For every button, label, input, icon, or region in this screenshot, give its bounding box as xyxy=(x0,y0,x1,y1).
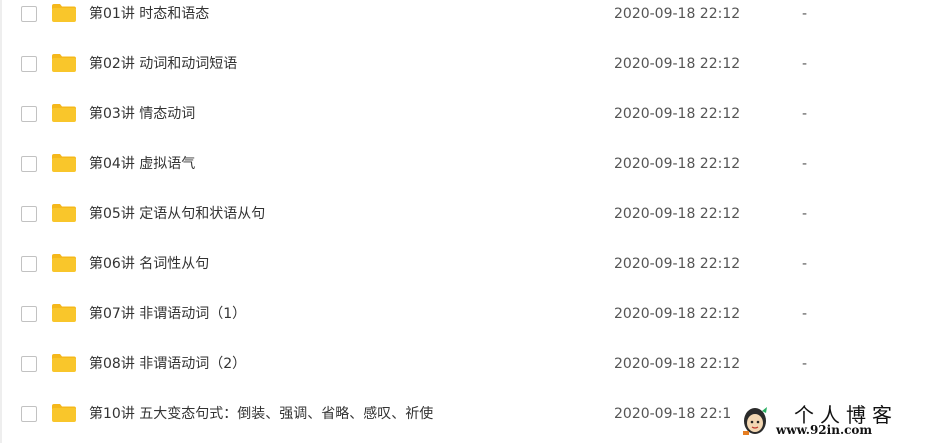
checkbox-icon[interactable] xyxy=(21,106,37,122)
checkbox-icon[interactable] xyxy=(21,406,37,422)
folder-icon xyxy=(51,403,77,423)
file-row[interactable]: 第03讲 情态动词 2020-09-18 22:12 - xyxy=(0,89,929,139)
file-size: - xyxy=(802,306,808,322)
file-date: 2020-09-18 22:12 xyxy=(614,6,741,22)
file-date: 2020-09-18 22:12 xyxy=(614,56,741,72)
file-row[interactable]: 第08讲 非谓语动词（2） 2020-09-18 22:12 - xyxy=(0,339,929,389)
file-date: 2020-09-18 22:12 xyxy=(614,106,741,122)
avatar-icon xyxy=(743,407,767,435)
file-name[interactable]: 第02讲 动词和动词短语 xyxy=(89,39,237,89)
checkbox-icon[interactable] xyxy=(21,6,37,22)
file-date: 2020-09-18 22:12 xyxy=(614,156,741,172)
folder-icon xyxy=(51,353,77,373)
file-browser: 第01讲 时态和语态 2020-09-18 22:12 - 第02讲 动词和动词短语 2… xyxy=(0,0,929,443)
checkbox-icon[interactable] xyxy=(21,256,37,272)
checkbox-icon[interactable] xyxy=(21,306,37,322)
file-row[interactable]: 第04讲 虚拟语气 2020-09-18 22:12 - xyxy=(0,139,929,189)
folder-icon xyxy=(51,203,77,223)
file-date: 2020-09-18 22:12 xyxy=(614,356,741,372)
checkbox-icon[interactable] xyxy=(21,56,37,72)
file-size: - xyxy=(802,156,808,172)
checkbox-icon[interactable] xyxy=(21,156,37,172)
file-row[interactable]: 第05讲 定语从句和状语从句 2020-09-18 22:12 - xyxy=(0,189,929,239)
file-name[interactable]: 第04讲 虚拟语气 xyxy=(89,139,195,189)
file-size: - xyxy=(802,6,808,22)
folder-icon xyxy=(51,103,77,123)
file-row[interactable]: 第01讲 时态和语态 2020-09-18 22:12 - xyxy=(0,0,929,39)
file-size: - xyxy=(802,56,808,72)
folder-icon xyxy=(51,3,77,23)
file-row[interactable]: 第07讲 非谓语动词（1） 2020-09-18 22:12 - xyxy=(0,289,929,339)
folder-icon xyxy=(51,53,77,73)
folder-icon xyxy=(51,303,77,323)
file-date: 2020-09-18 22:12 xyxy=(614,256,741,272)
file-size: - xyxy=(802,256,808,272)
folder-icon xyxy=(51,153,77,173)
file-date: 2020-09-18 22:1 xyxy=(614,406,732,422)
file-date: 2020-09-18 22:12 xyxy=(614,306,741,322)
file-date: 2020-09-18 22:12 xyxy=(614,206,741,222)
watermark-url: www.92in.com xyxy=(776,423,873,437)
file-name[interactable]: 第05讲 定语从句和状语从句 xyxy=(89,189,265,239)
file-row[interactable]: 第06讲 名词性从句 2020-09-18 22:12 - xyxy=(0,239,929,289)
file-name[interactable]: 第01讲 时态和语态 xyxy=(89,0,209,39)
file-size: - xyxy=(802,356,808,372)
checkbox-icon[interactable] xyxy=(21,356,37,372)
file-size: - xyxy=(802,106,808,122)
file-size: - xyxy=(802,206,808,222)
file-name[interactable]: 第08讲 非谓语动词（2） xyxy=(89,339,246,389)
file-list: 第01讲 时态和语态 2020-09-18 22:12 - 第02讲 动词和动词短语 2… xyxy=(0,0,929,443)
file-name[interactable]: 第07讲 非谓语动词（1） xyxy=(89,289,246,339)
checkbox-icon[interactable] xyxy=(21,206,37,222)
file-name[interactable]: 第10讲 五大变态句式：倒装、强调、省略、感叹、祈使 xyxy=(89,389,433,439)
file-name[interactable]: 第03讲 情态动词 xyxy=(89,89,195,139)
file-row[interactable]: 第02讲 动词和动词短语 2020-09-18 22:12 - xyxy=(0,39,929,89)
watermark: 个人博客 www.92in.com xyxy=(734,397,929,443)
file-name[interactable]: 第06讲 名词性从句 xyxy=(89,239,209,289)
folder-icon xyxy=(51,253,77,273)
